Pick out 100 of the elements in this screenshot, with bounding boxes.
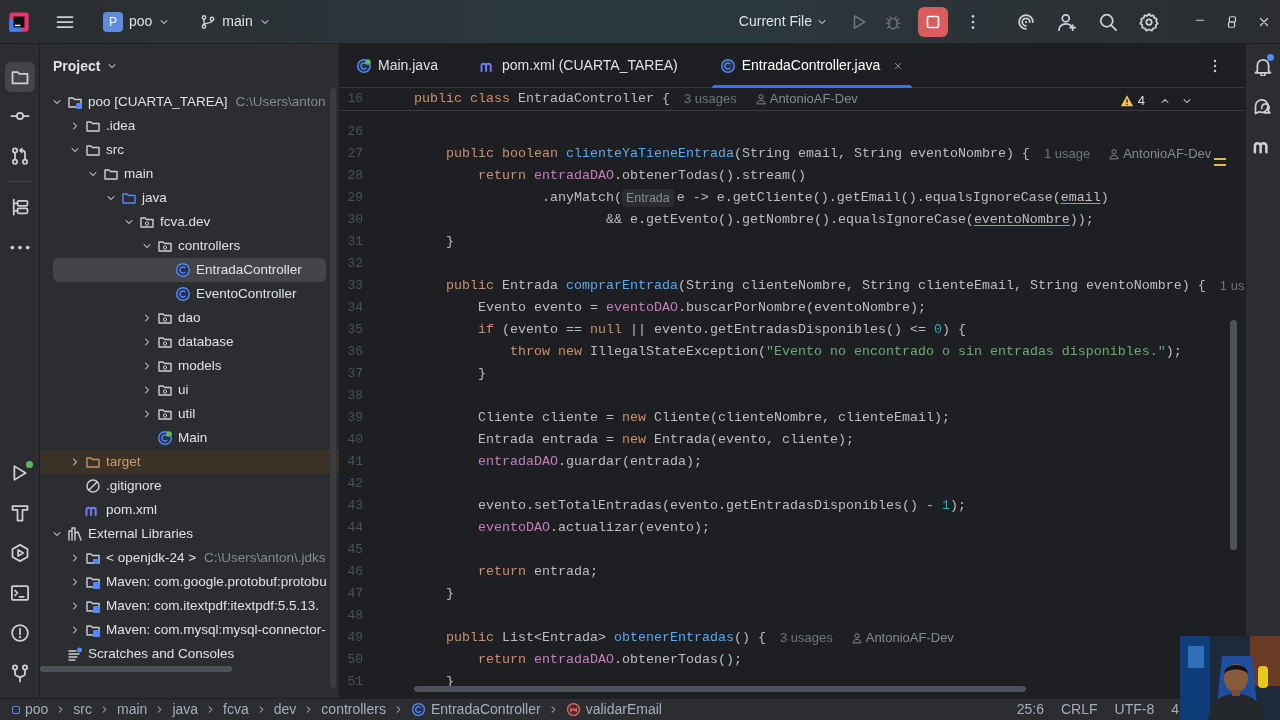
folder-icon [85,142,101,158]
tree-item[interactable]: < openjdk-24 > C:\Users\anton\.jdks [40,546,339,570]
module-icon [12,705,20,714]
tree-item[interactable]: pom.xml [40,498,339,522]
tree-item[interactable]: .gitignore [40,474,339,498]
breadcrumb[interactable]: EntradaController [410,699,541,720]
package-icon [139,214,155,230]
tree-item[interactable]: EntradaController [53,258,326,282]
tree-item[interactable]: Main [40,426,339,450]
tree-item[interactable]: External Libraries [40,522,339,546]
folder-icon [85,454,101,470]
tree-item[interactable]: util [40,402,339,426]
tree-label: .idea [106,116,136,135]
tree-item[interactable]: Maven: com.google.protobuf:protobu [40,570,339,594]
status-item[interactable]: 25:6 [1016,699,1044,720]
package-icon [157,406,173,422]
tree-label: Maven: com.itextpdf:itextpdf:5.5.13. [106,596,320,615]
services-icon [9,543,30,563]
breadcrumb[interactable]: controllers [321,699,386,720]
tree-item[interactable]: database [40,330,339,354]
tree-label: target [106,452,141,471]
tree-item[interactable]: models [40,354,339,378]
tree-item[interactable]: dao [40,306,339,330]
tree-item[interactable]: Maven: com.mysql:mysql-connector- [40,618,339,642]
folder-icon [85,118,101,134]
breadcrumb[interactable]: src [73,699,93,720]
breadcrumb[interactable]: poo [12,699,49,720]
tree-label: controllers [178,236,241,255]
folder-icon [103,166,119,182]
tree-label: .gitignore [106,476,162,495]
warning-icon[interactable] [1119,93,1134,108]
tree-item[interactable]: java [40,186,339,210]
scratches-icon [67,646,83,662]
breadcrumb[interactable]: java [172,699,199,720]
status-item[interactable]: CRLF [1060,699,1098,720]
code-line: return entrada; [477,563,598,581]
tree-item[interactable]: EventoController [40,282,339,306]
spiral-icon[interactable] [1016,11,1036,32]
tree-item[interactable]: main [40,162,339,186]
tree-label: ui [178,380,189,399]
folder-tool-button[interactable] [4,62,35,92]
person-icon [1108,148,1121,160]
stop-button[interactable] [918,6,948,37]
tree-label: poo [CUARTA_TAREA] [88,92,228,111]
app-logo-icon[interactable] [8,10,30,33]
branch-selector[interactable]: main [196,7,275,36]
panel-title[interactable]: Project [53,55,119,77]
jdk-icon [85,550,101,566]
breadcrumb[interactable]: validarEmail [565,699,662,720]
tree-label: Scratches and Consoles [88,644,235,663]
terminal-icon [9,583,30,603]
tree-item[interactable]: ui [40,378,339,402]
scrollbar[interactable] [414,686,1026,692]
branch-icon [200,13,217,30]
tree-label: src [106,140,124,159]
tree-item[interactable]: .idea [40,114,339,138]
warning-marker [1214,158,1226,160]
add-user-icon[interactable] [1057,11,1077,32]
author-hint: AntonioAF-Dev [1123,145,1212,164]
usage-hint: 3 usages [779,629,833,648]
breadcrumb[interactable]: fcva [223,699,249,720]
code-line: } [445,233,454,251]
code-line: entradaDAO.guardar(entrada); [477,453,702,471]
editor-tab[interactable]: Main.java [348,44,446,87]
tree-item[interactable]: target [40,450,339,474]
restore-icon[interactable] [1225,14,1239,29]
usage-hint: 3 usages [683,90,737,109]
tree-label: pom.xml [106,500,157,519]
status-item[interactable]: UTF-8 [1114,699,1155,720]
class-icon [410,702,426,717]
usage-hint: 1 usage [1043,145,1091,164]
scrollbar[interactable] [40,666,232,672]
tree-item[interactable]: fcva.dev [40,210,339,234]
tree-label: fcva.dev [160,212,211,231]
stop-icon [925,13,941,30]
class-icon [719,57,736,74]
settings-icon[interactable] [1139,11,1159,32]
scrollbar[interactable] [1230,320,1237,550]
breadcrumb[interactable]: main [117,699,148,720]
code-line: Evento evento = eventoDAO.buscarPorNombre(eventoNombre); [477,299,926,317]
project-selector[interactable]: P poo [99,7,175,36]
code-line: return entradaDAO.obtenerTodas().stream() [477,167,806,185]
status-item[interactable]: 4 [1171,699,1179,720]
editor-tab[interactable]: EntradaController.java [711,44,913,87]
tree-item[interactable]: Maven: com.itextpdf:itextpdf:5.5.13. [40,594,339,618]
tree-item[interactable]: src [40,138,339,162]
hammer-icon [9,503,30,523]
tree-item[interactable]: Scratches and Consoles [40,642,339,666]
tree-item[interactable]: controllers [40,234,339,258]
package-icon [157,310,173,326]
editor-tab[interactable]: pom.xml (CUARTA_TAREA) [471,44,686,87]
project-badge: P [103,11,123,32]
breadcrumb[interactable]: dev [273,699,297,720]
package-icon [157,334,173,350]
run-config-selector[interactable]: Current File [734,7,832,36]
search-icon[interactable] [1098,11,1118,32]
code-line: eventoDAO.actualizar(evento); [477,519,710,537]
tree-item[interactable]: poo [CUARTA_TAREA] C:\Users\anton [40,90,339,114]
package-icon [157,238,173,254]
scrollbar[interactable] [330,88,336,688]
